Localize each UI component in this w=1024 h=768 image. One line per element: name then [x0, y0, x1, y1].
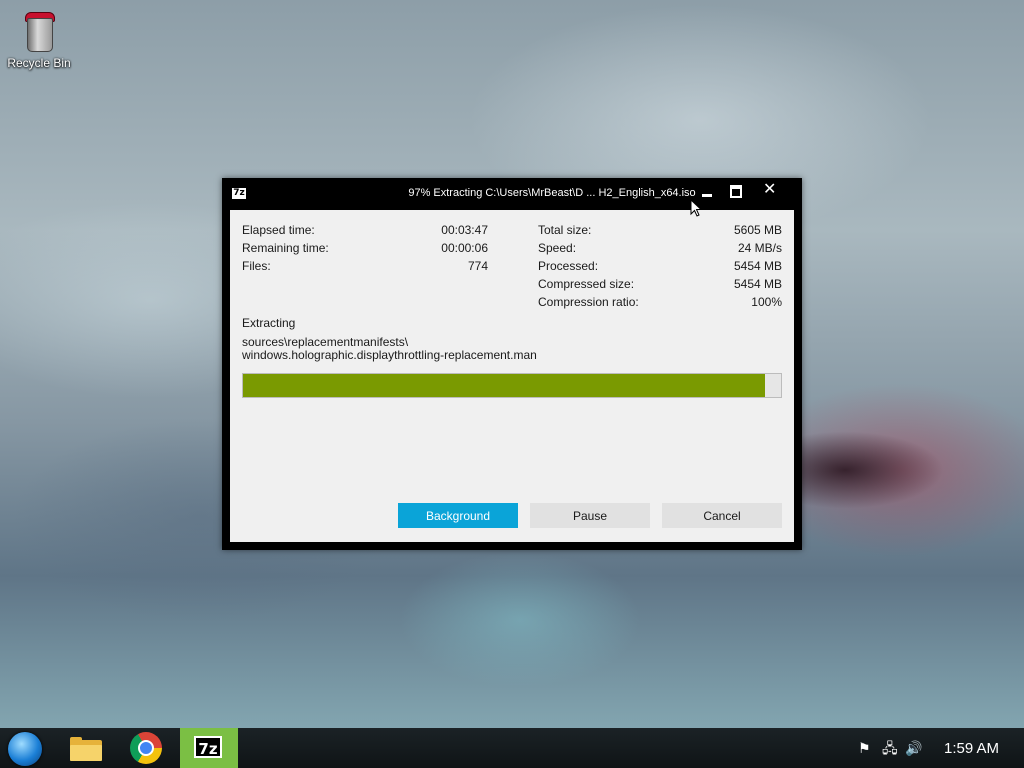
stat-label: Compressed size:	[538, 277, 635, 291]
stat-value: 100%	[751, 295, 782, 309]
close-button[interactable]: ✕	[759, 181, 783, 201]
current-path-line-1: sources\replacementmanifests\	[242, 335, 409, 349]
status-label: Extracting	[242, 316, 296, 330]
stat-label: Total size:	[538, 223, 592, 237]
window-content: Elapsed time: 00:03:47 Remaining time: 0…	[230, 210, 794, 542]
current-path-line-2: windows.holographic.displaythrottling-re…	[242, 348, 537, 362]
cancel-button[interactable]: Cancel	[662, 503, 782, 528]
maximize-button[interactable]	[724, 183, 748, 201]
start-button-icon[interactable]	[8, 732, 42, 766]
stat-row-speed: Speed: 24 MB/s	[230, 240, 794, 256]
recycle-bin-shortcut[interactable]: Recycle Bin	[6, 8, 72, 70]
extract-progress-window: 7z 97% Extracting C:\Users\MrBeast\D ...…	[222, 178, 802, 550]
progress-bar-fill	[243, 374, 765, 397]
stat-value: 5605 MB	[733, 223, 782, 237]
action-center-flag-icon[interactable]: ⚑	[858, 740, 871, 756]
sevenzip-icon: 7z	[194, 736, 222, 758]
taskbar-clock[interactable]: 1:59 AM	[944, 740, 999, 757]
mouse-cursor-icon	[690, 199, 702, 217]
recycle-bin-label: Recycle Bin	[7, 56, 71, 70]
stat-value: 5454 MB	[733, 259, 782, 273]
stat-label: Processed:	[538, 259, 599, 273]
background-button[interactable]: Background	[398, 503, 518, 528]
pause-button[interactable]: Pause	[530, 503, 650, 528]
folder-icon	[70, 737, 102, 761]
minimize-icon	[702, 194, 712, 197]
stat-row-processed: Processed: 5454 MB	[230, 258, 794, 274]
stat-row-total-size: Total size: 5605 MB	[230, 222, 794, 238]
network-icon[interactable]: 🖧	[882, 740, 898, 756]
stat-label: Speed:	[538, 241, 577, 255]
close-icon: ✕	[763, 181, 777, 198]
stat-label: Compression ratio:	[538, 295, 639, 309]
window-titlebar[interactable]: 7z 97% Extracting C:\Users\MrBeast\D ...…	[222, 178, 802, 210]
stat-row-compressed-size: Compressed size: 5454 MB	[230, 276, 794, 292]
taskbar-file-explorer[interactable]	[64, 728, 120, 768]
recycle-bin-icon	[22, 8, 56, 52]
volume-icon[interactable]: 🔊	[905, 740, 922, 756]
taskbar-7zip[interactable]: 7z	[180, 728, 238, 768]
stat-value: 5454 MB	[733, 277, 782, 291]
stat-row-compression-ratio: Compression ratio: 100%	[230, 294, 794, 310]
taskbar-chrome[interactable]	[124, 728, 180, 768]
stat-value: 24 MB/s	[737, 241, 782, 255]
chrome-icon	[130, 732, 162, 764]
taskbar: 7z ⚑ 🖧 🔊 1:59 AM	[0, 728, 1024, 768]
maximize-icon	[730, 185, 742, 198]
progress-bar	[242, 373, 782, 398]
sevenzip-app-icon[interactable]: 7z	[232, 188, 246, 199]
